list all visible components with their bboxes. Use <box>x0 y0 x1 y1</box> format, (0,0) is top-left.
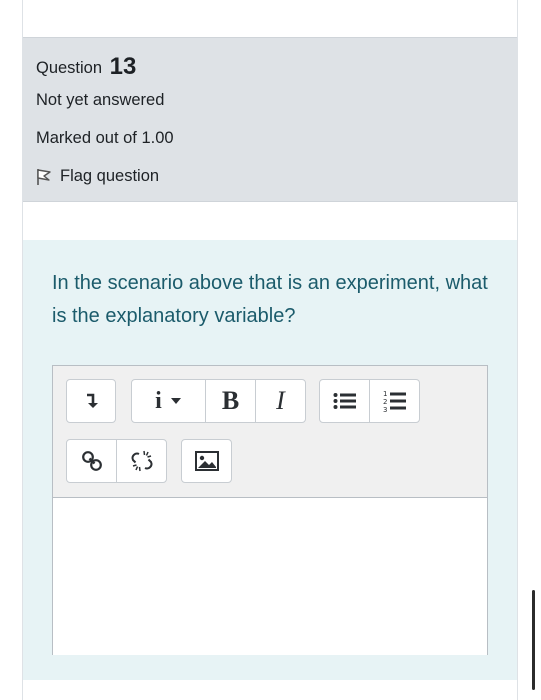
svg-text:3: 3 <box>383 406 387 413</box>
toolbar-group-lists: 1 2 3 <box>319 379 420 423</box>
scrollbar[interactable] <box>532 590 535 690</box>
svg-text:1: 1 <box>383 390 387 398</box>
image-icon <box>194 451 219 471</box>
question-state: Not yet answered <box>36 91 165 109</box>
editor-toolbar: i B I 1 2 3 <box>53 366 487 498</box>
link-button[interactable] <box>66 439 117 483</box>
link-icon <box>81 451 102 471</box>
question-info-box: Question 13 Not yet answered Marked out … <box>23 37 517 202</box>
arrow-down-icon <box>87 393 98 408</box>
question-label: Question <box>36 59 103 77</box>
toolbar-group-collapse <box>66 379 116 423</box>
question-content: In the scenario above that is an experim… <box>23 240 517 680</box>
italic-button[interactable]: I <box>255 379 306 423</box>
toolbar-group-style: i B I <box>131 379 306 423</box>
flag-question-link[interactable]: Flag question <box>36 167 159 186</box>
question-heading: Question 13 <box>36 52 136 80</box>
caret-down-icon <box>170 398 181 404</box>
info-icon: i <box>155 387 162 414</box>
italic-icon: I <box>276 386 285 415</box>
question-grade: Marked out of 1.00 <box>36 129 174 147</box>
bold-icon: B <box>221 386 240 415</box>
unordered-list-button[interactable] <box>319 379 370 423</box>
ordered-list-icon: 1 2 3 <box>383 390 406 413</box>
paragraph-style-button[interactable]: i <box>131 379 206 423</box>
bold-button[interactable]: B <box>205 379 256 423</box>
unordered-list-icon <box>333 393 356 409</box>
collapse-toolbar-button[interactable] <box>66 379 116 423</box>
svg-text:2: 2 <box>383 398 387 406</box>
image-button[interactable] <box>181 439 232 483</box>
toolbar-group-links <box>66 439 167 483</box>
toolbar-group-media <box>181 439 232 483</box>
flag-icon <box>37 168 51 185</box>
answer-editor: i B I 1 2 3 <box>52 365 488 655</box>
unlink-icon <box>131 450 152 472</box>
answer-text-area[interactable] <box>53 498 487 655</box>
question-number: 13 <box>109 53 137 80</box>
question-text: In the scenario above that is an experim… <box>52 272 488 327</box>
ordered-list-button[interactable]: 1 2 3 <box>369 379 420 423</box>
flag-question-label: Flag question <box>60 167 160 185</box>
unlink-button[interactable] <box>116 439 167 483</box>
